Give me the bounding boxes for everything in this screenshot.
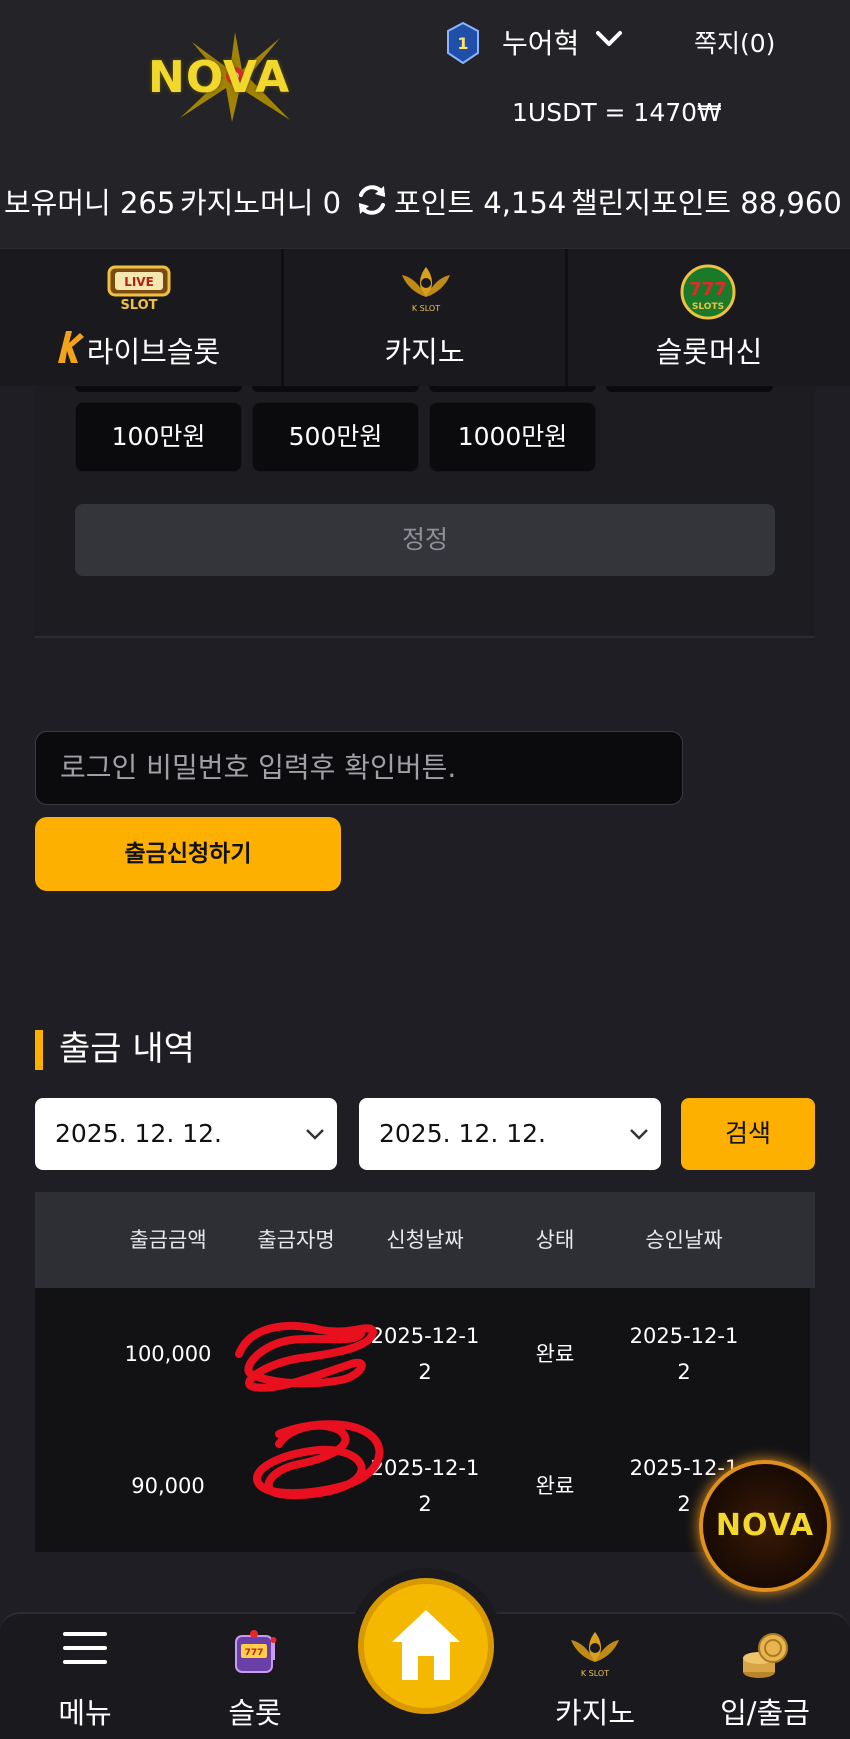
k-slot-lotus-icon: K SLOT (402, 267, 450, 313)
nav-menu[interactable]: 메뉴 (10, 1614, 160, 1739)
redaction-scribble (253, 1420, 384, 1500)
chevron-down-icon (306, 1129, 324, 1140)
slot-machine-icon: 777 (235, 1630, 277, 1673)
messages-link[interactable]: 쪽지(0) (694, 24, 775, 60)
column-header: 승인날짜 (645, 1228, 723, 1252)
holding-money: 보유머니 265 (4, 186, 176, 220)
date-from-value: 2025. 12. 12. (55, 1119, 222, 1148)
tab-label: 슬롯머신 (655, 335, 763, 369)
logo-text: NOVA (148, 52, 291, 103)
date-to-field[interactable]: 2025. 12. 12. (359, 1098, 661, 1170)
withdraw-request-button[interactable]: 출금신청하기 (35, 817, 341, 891)
amount-1m-button[interactable]: 100만원 (75, 402, 242, 472)
k-slot-lotus-icon: K SLOT (571, 1632, 619, 1678)
redaction-scribble (235, 1322, 378, 1392)
nav-deposit-withdraw[interactable]: 입/출금 (690, 1614, 840, 1739)
balance-bar: 보유머니 265 카지노머니 0 포인트 4,154 챌린지포인트 88,960 (0, 176, 850, 220)
nova-logo[interactable]: NOVA (140, 30, 330, 125)
amount-10m-button[interactable]: 1000만원 (429, 402, 596, 472)
svg-text:777: 777 (689, 279, 727, 300)
history-title-text: 출금 내역 (59, 1029, 195, 1069)
floating-logo-button[interactable]: NOVA (699, 1460, 831, 1592)
cell-amount: 90,000 (131, 1474, 205, 1498)
floating-logo-text: NOVA (715, 1508, 815, 1543)
tab-slot-machine[interactable]: 777 SLOTS 슬롯머신 (568, 249, 850, 387)
home-icon (392, 1610, 460, 1680)
nav-slot[interactable]: 777 슬롯 (180, 1614, 330, 1739)
svg-text:K SLOT: K SLOT (412, 304, 440, 313)
nav-casino[interactable]: K SLOT 카지노 (520, 1614, 670, 1739)
svg-text:777: 777 (245, 1648, 264, 1658)
column-header: 신청날짜 (386, 1228, 464, 1252)
svg-text:LIVE: LIVE (124, 275, 154, 289)
table-row: 100,000 2025-12-12 완료 2025-12-12 (35, 1288, 810, 1420)
tab-live-slot[interactable]: LIVE SLOT 라이브슬롯 (0, 249, 284, 387)
rank-badge-icon: 1 (447, 22, 479, 64)
777-slots-icon: 777 SLOTS (680, 264, 736, 320)
points: 포인트 4,154 (394, 186, 567, 220)
history-table-header: 출금금액 출금자명 신청날짜 상태 승인날짜 (35, 1192, 815, 1288)
nav-menu-label: 메뉴 (58, 1696, 112, 1730)
tab-label: 카지노 (384, 335, 465, 369)
password-input[interactable]: 로그인 비밀번호 입력후 확인버튼. (35, 731, 683, 805)
nav-slot-label: 슬롯 (228, 1696, 282, 1730)
amount-button-partial[interactable] (75, 386, 242, 392)
refresh-icon[interactable] (354, 182, 390, 218)
cell-status: 완료 (535, 1342, 575, 1366)
cell-status: 완료 (535, 1474, 575, 1498)
search-button[interactable]: 검색 (681, 1098, 815, 1170)
column-header: 출금금액 (129, 1228, 207, 1252)
svg-text:SLOTS: SLOTS (692, 302, 724, 312)
header: NOVA 1 누어혁 쪽지(0) 1USDT = 1470₩ 보유머니 265 … (0, 0, 850, 248)
user-name[interactable]: 누어혁 (502, 22, 579, 62)
svg-text:SLOT: SLOT (120, 298, 157, 313)
amount-panel: 100만원 500만원 1000만원 정정 (35, 386, 815, 638)
tab-label: 라이브슬롯 (86, 335, 221, 369)
cell-amount: 100,000 (124, 1342, 212, 1366)
nav-deposit-withdraw-label: 입/출금 (720, 1696, 810, 1730)
chevron-down-icon (630, 1129, 648, 1140)
chevron-down-icon[interactable] (594, 26, 624, 52)
svg-text:K SLOT: K SLOT (581, 1669, 609, 1678)
amount-button-partial[interactable] (252, 386, 419, 392)
svg-text:1: 1 (457, 34, 468, 53)
date-from-field[interactable]: 2025. 12. 12. (35, 1098, 337, 1170)
amount-5m-button[interactable]: 500만원 (252, 402, 419, 472)
column-header: 출금자명 (257, 1228, 335, 1252)
coin-stack-icon (743, 1633, 788, 1678)
tab-casino[interactable]: K SLOT 카지노 (284, 249, 568, 387)
amount-button-partial[interactable] (606, 386, 773, 392)
challenge-points: 챌린지포인트 88,960 (571, 186, 842, 220)
reset-button[interactable]: 정정 (75, 504, 775, 576)
history-title: 출금 내역 (35, 1026, 195, 1072)
history-table-body: 100,000 2025-12-12 완료 2025-12-12 90,000 … (35, 1288, 810, 1552)
amount-button-partial[interactable] (429, 386, 596, 392)
exchange-rate: 1USDT = 1470₩ (512, 98, 722, 127)
cell-approve-date: 2025-12-12 (629, 1324, 739, 1384)
title-accent-bar (35, 1030, 43, 1070)
nav-casino-label: 카지노 (554, 1696, 636, 1730)
column-header: 상태 (535, 1228, 575, 1252)
hamburger-menu-icon (63, 1632, 107, 1664)
home-button[interactable] (358, 1578, 494, 1714)
table-row: 90,000 2025-12-12 완료 2025-12-12 (35, 1420, 810, 1552)
live-slot-icon: LIVE SLOT (107, 265, 171, 313)
cell-request-date: 2025-12-12 (370, 1324, 480, 1384)
casino-money: 카지노머니 0 (180, 186, 342, 220)
category-tabs: LIVE SLOT 라이브슬롯 K SLOT 카지노 777 SLOTS 슬롯머… (0, 248, 850, 387)
date-to-value: 2025. 12. 12. (379, 1119, 546, 1148)
